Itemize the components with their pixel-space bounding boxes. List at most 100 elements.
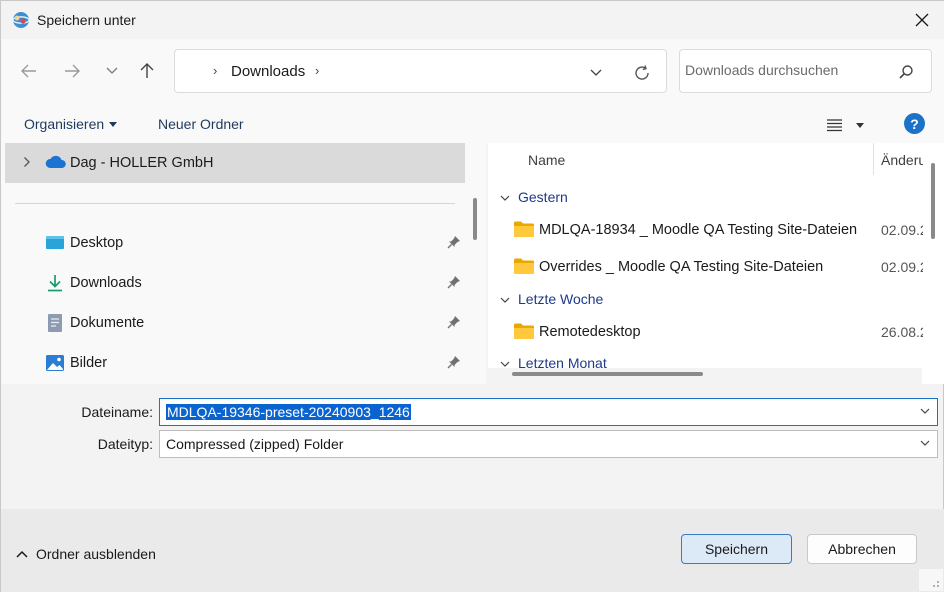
save-as-dialog: Speichern unter › Downloads › Downloads … <box>0 0 944 592</box>
arrow-right-icon <box>65 64 80 78</box>
search-box[interactable] <box>679 49 932 93</box>
file-name: Overrides _ Moodle QA Testing Site-Datei… <box>539 259 824 275</box>
nav-item-desktop[interactable]: Desktop <box>1 225 466 261</box>
title-bar: Speichern unter <box>1 1 944 39</box>
desktop-icon <box>46 236 64 249</box>
nav-item-documents[interactable]: Dokumente <box>1 305 466 341</box>
forward-button[interactable] <box>58 57 86 85</box>
folder-icon <box>514 323 534 339</box>
column-header-name[interactable]: Name <box>528 152 565 168</box>
group-label: Letzte Woche <box>518 291 604 307</box>
group-header-last-week[interactable]: Letzte Woche <box>500 291 603 307</box>
nav-item-pictures[interactable]: Bilder <box>1 345 466 381</box>
nav-item-onedrive[interactable]: Dag - HOLLER GmbH <box>5 143 465 183</box>
up-button[interactable] <box>133 57 161 85</box>
nav-item-label: Downloads <box>70 275 142 291</box>
list-item[interactable]: Remotedesktop 26.08.2024 <box>488 314 928 348</box>
pin-icon[interactable] <box>447 355 461 369</box>
pin-icon[interactable] <box>447 235 461 249</box>
pin-icon[interactable] <box>447 315 461 329</box>
column-divider[interactable] <box>873 143 874 175</box>
breadcrumb-separator-icon[interactable]: › <box>315 63 319 78</box>
file-list-pane: Name Änderungsdatum Gestern MDLQA-18934 … <box>488 143 944 384</box>
back-button[interactable] <box>15 57 43 85</box>
download-icon <box>48 275 62 292</box>
file-list-horizontal-scrollbar[interactable] <box>488 368 922 384</box>
refresh-button[interactable] <box>630 61 654 85</box>
cancel-button[interactable]: Abbrechen <box>807 534 917 564</box>
breadcrumb-downloads[interactable]: Downloads <box>231 63 305 80</box>
caret-down-icon <box>856 122 864 128</box>
caret-down-icon <box>109 122 118 127</box>
help-icon: ? <box>910 115 919 132</box>
group-header-yesterday[interactable]: Gestern <box>500 189 568 205</box>
view-options-button[interactable] <box>827 114 877 136</box>
nav-scrollbar[interactable] <box>473 198 477 240</box>
pictures-icon <box>46 355 64 371</box>
filetype-value: Compressed (zipped) Folder <box>166 436 344 452</box>
list-item[interactable]: Overrides _ Moodle QA Testing Site-Datei… <box>488 249 928 283</box>
chevron-down-icon[interactable] <box>920 408 930 414</box>
file-date: 02.09.2024 <box>881 222 923 238</box>
organize-menu-button[interactable]: Organisieren <box>24 116 118 132</box>
onedrive-cloud-icon <box>45 155 66 168</box>
chevron-down-icon <box>920 440 930 446</box>
filename-label: Dateiname: <box>81 404 153 420</box>
hide-folders-label: Ordner ausblenden <box>36 546 156 562</box>
list-item[interactable]: MDLQA-18934 _ Moodle QA Testing Site-Dat… <box>488 212 928 246</box>
navigation-pane: Dag - HOLLER GmbH Desktop Downloads Doku… <box>1 143 486 384</box>
pin-icon[interactable] <box>447 275 461 289</box>
close-icon <box>915 13 929 27</box>
new-folder-button[interactable]: Neuer Ordner <box>158 116 244 132</box>
nav-item-label: Dokumente <box>70 315 145 331</box>
filename-field[interactable]: MDLQA-19346-preset-20240903_1246 <box>159 398 938 426</box>
close-button[interactable] <box>899 1 944 39</box>
chevron-right-icon[interactable] <box>23 156 31 168</box>
search-input[interactable] <box>685 62 895 78</box>
folder-icon <box>514 258 534 274</box>
document-icon <box>48 314 62 332</box>
filename-value[interactable]: MDLQA-19346-preset-20240903_1246 <box>166 404 411 420</box>
organize-label: Organisieren <box>24 116 105 132</box>
chevron-down-icon <box>590 69 602 76</box>
dialog-footer: Ordner ausblenden Speichern Abbrechen <box>1 509 944 592</box>
arrow-left-icon <box>21 64 36 78</box>
hide-folders-toggle[interactable]: Ordner ausblenden <box>16 546 156 562</box>
chevron-down-icon <box>500 195 510 201</box>
file-list-vertical-scrollbar[interactable] <box>931 163 935 239</box>
resize-grip-icon <box>933 581 939 587</box>
refresh-icon <box>635 65 649 80</box>
resize-grip[interactable] <box>919 569 943 591</box>
help-button[interactable]: ? <box>904 113 925 134</box>
breadcrumb-separator-icon[interactable]: › <box>213 63 217 78</box>
filename-selected-text: MDLQA-19346-preset-20240903_1246 <box>166 404 411 420</box>
nav-item-label: Bilder <box>70 355 108 371</box>
nav-divider <box>15 203 455 204</box>
file-date: 26.08.2024 <box>881 324 923 340</box>
navigation-row: › Downloads › <box>1 39 944 103</box>
app-icon <box>12 12 30 28</box>
group-label: Gestern <box>518 189 568 205</box>
search-icon[interactable] <box>897 63 915 81</box>
column-header-modified[interactable]: Änderungsdatum <box>881 152 923 168</box>
address-history-dropdown[interactable] <box>585 62 607 84</box>
file-date: 02.09.2024 <box>881 259 923 275</box>
save-button[interactable]: Speichern <box>681 534 792 564</box>
address-bar[interactable]: › Downloads › <box>174 49 667 93</box>
chevron-down-icon <box>500 361 510 367</box>
chevron-down-icon <box>106 67 118 74</box>
folder-icon <box>514 221 534 237</box>
file-name: Remotedesktop <box>539 324 641 340</box>
nav-item-label: Dag - HOLLER GmbH <box>70 155 214 171</box>
command-bar: Organisieren Neuer Ordner ? <box>1 103 944 143</box>
nav-item-downloads[interactable]: Downloads <box>1 265 466 301</box>
recent-locations-button[interactable] <box>98 57 126 85</box>
window-title: Speichern unter <box>37 12 136 28</box>
filetype-label: Dateityp: <box>97 436 153 452</box>
file-name: MDLQA-18934 _ Moodle QA Testing Site-Dat… <box>539 222 858 238</box>
list-view-icon <box>827 119 842 132</box>
chevron-down-icon <box>500 297 510 303</box>
nav-item-label: Desktop <box>70 235 124 251</box>
horizontal-scroll-thumb[interactable] <box>512 372 703 376</box>
filetype-select[interactable]: Compressed (zipped) Folder <box>159 430 938 458</box>
